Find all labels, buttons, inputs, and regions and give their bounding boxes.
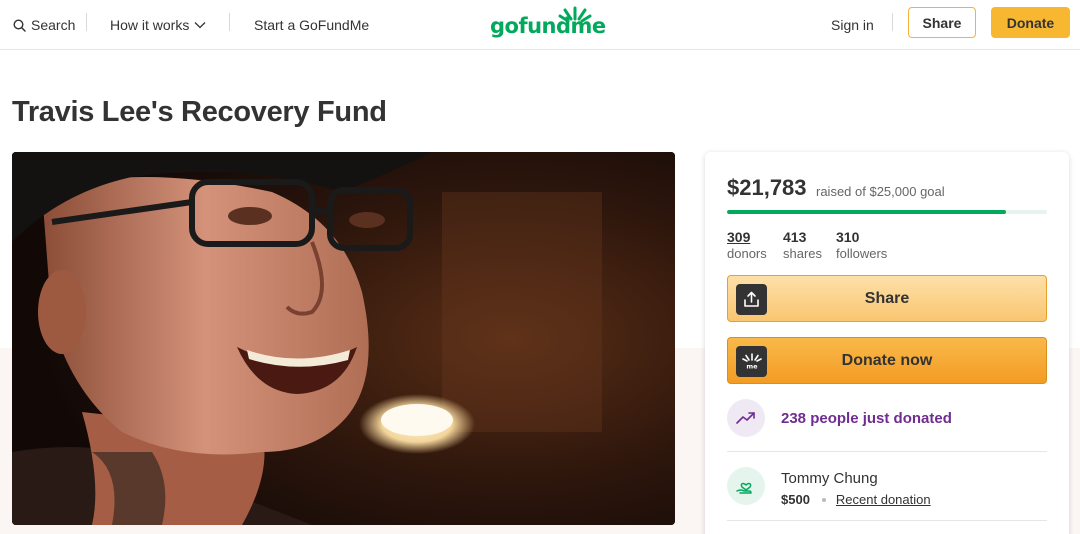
search-label: Search	[31, 17, 76, 33]
svg-text:me: me	[746, 363, 758, 371]
donor-details: $500 Recent donation	[781, 492, 931, 507]
chevron-down-icon	[194, 21, 206, 29]
how-it-works-menu[interactable]: How it works	[110, 0, 206, 50]
sign-in-label: Sign in	[831, 17, 874, 33]
gofundme-logo[interactable]: gofundme	[490, 6, 606, 40]
stat-shares: 413 shares	[783, 229, 822, 262]
start-a-gofundme-link[interactable]: Start a GoFundMe	[254, 0, 369, 50]
header-share-button[interactable]: Share	[908, 7, 976, 38]
how-it-works-label: How it works	[110, 17, 190, 33]
stat-followers: 310 followers	[836, 229, 887, 262]
share-button[interactable]: Share	[727, 275, 1047, 322]
campaign-title: Travis Lee's Recovery Fund	[12, 96, 387, 128]
nav-divider	[892, 13, 893, 31]
stat-value: 309	[727, 229, 751, 245]
divider	[727, 451, 1047, 452]
stat-label: followers	[836, 246, 888, 261]
share-upload-icon	[736, 284, 767, 315]
recent-donations-count[interactable]: 238 people just donated	[781, 410, 952, 427]
search-icon	[13, 18, 26, 32]
recent-donation-link[interactable]: Recent donation	[836, 492, 931, 507]
trending-up-icon	[727, 399, 765, 437]
gofundme-logo-icon	[558, 6, 592, 29]
share-label: Share	[864, 289, 910, 307]
progress-bar	[727, 210, 1047, 214]
start-label: Start a GoFundMe	[254, 17, 370, 33]
top-nav-bar: Search How it works Start a GoFundMe gof…	[0, 0, 1080, 50]
donation-card: $21,783 raised of $25,000 goal 309 donor…	[705, 152, 1069, 534]
donate-now-label: Donate now	[841, 351, 933, 369]
gofundme-logo-icon: me	[736, 346, 767, 377]
donor-hand-heart-icon	[727, 467, 765, 505]
separator-dot	[821, 497, 826, 502]
nav-divider	[86, 13, 87, 31]
donate-now-button[interactable]: me Donate now	[727, 337, 1047, 384]
nav-divider	[229, 13, 230, 31]
donor-name: Tommy Chung	[781, 470, 878, 487]
campaign-photo[interactable]	[12, 152, 675, 525]
goal-text: raised of $25,000 goal	[816, 184, 945, 199]
header-donate-button[interactable]: Donate	[991, 7, 1070, 38]
divider	[727, 520, 1047, 521]
donor-amount: $500	[781, 492, 810, 507]
amount-raised: $21,783	[727, 175, 807, 200]
stat-donors[interactable]: 309 donors	[727, 229, 767, 262]
stat-value: 413	[783, 229, 807, 245]
progress-fill	[727, 210, 1006, 214]
stat-label: shares	[783, 246, 823, 261]
stat-value: 310	[836, 229, 860, 245]
sign-in-link[interactable]: Sign in	[831, 0, 874, 50]
search-button[interactable]: Search	[13, 0, 75, 50]
stat-label: donors	[727, 246, 767, 261]
